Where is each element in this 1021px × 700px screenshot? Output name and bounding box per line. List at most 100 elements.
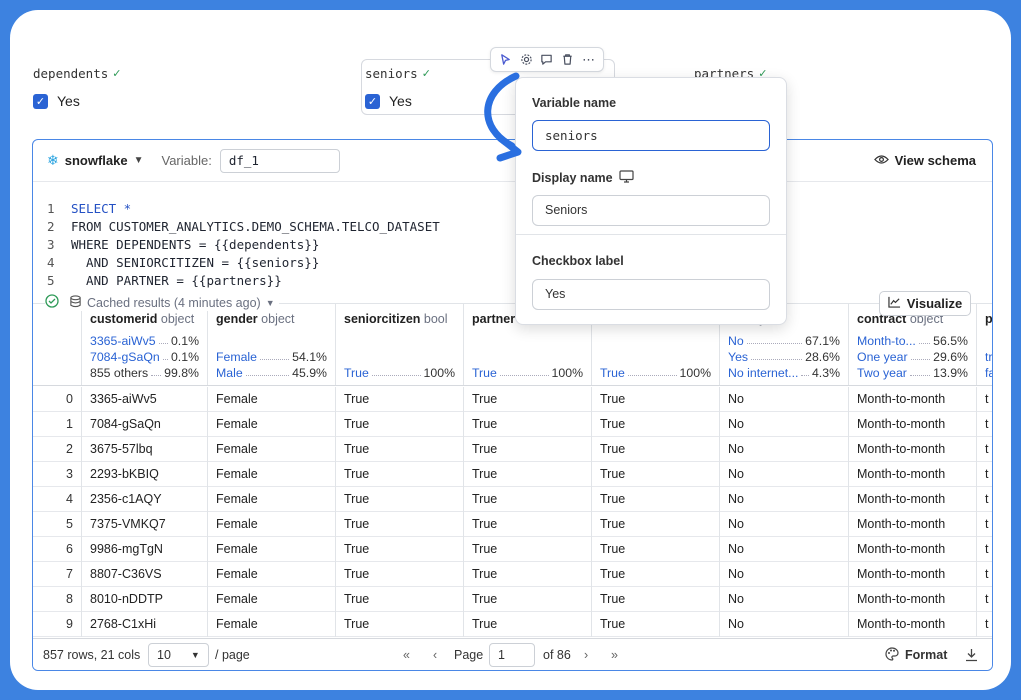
table-cell: Month-to-month [848,612,976,637]
stat-percent: 99.8% [164,366,199,380]
visualize-button[interactable]: Visualize [879,291,971,316]
table-cell: True [591,412,719,437]
view-schema-button[interactable]: View schema [873,153,976,168]
format-button[interactable]: Format [885,639,948,670]
cache-text: Cached results (4 minutes ago) [87,295,261,310]
table-row[interactable]: 1 7084-gSaQn Female True True True No Month-to-… [33,412,992,437]
table-cell: Month-to-month [848,512,976,537]
row-index: 9 [66,617,73,631]
last-page-icon[interactable]: » [611,639,618,670]
table-cell: 8010-nDDTP [81,587,207,612]
eye-icon [873,153,889,168]
stat-key: True [600,366,625,380]
table-cell: True [591,437,719,462]
column-name: seniorcitizen [344,312,421,326]
table-cell: True [335,587,463,612]
stat-percent: 28.6% [805,350,840,364]
table-cell: True [591,462,719,487]
table-cell: No [719,537,848,562]
chart-icon [888,296,901,311]
seniors-checkbox[interactable]: ✓ [365,93,380,109]
column-stat: No 67.1% [728,334,840,348]
display-name-input[interactable]: Seniors [532,195,770,226]
stat-leader [499,366,549,376]
table-cell: True [591,387,719,412]
table-cell: t [976,412,992,437]
table-row[interactable]: 2 3675-57lbq Female True True True No Month-to-… [33,437,992,462]
table-row[interactable]: 9 2768-C1xHi Female True True True No Month-to-… [33,612,992,637]
row-index: 0 [66,392,73,406]
row-index: 7 [66,567,73,581]
table-row[interactable]: 7 8807-C36VS Female True True True No Month-to-… [33,562,992,587]
stat-key: True [472,366,497,380]
table-cell: True [335,437,463,462]
page-size-container: 10 ▼ [148,639,209,670]
dependents-checkbox[interactable]: ✓ [33,93,48,109]
table-row[interactable]: 5 7375-VMKQ7 Female True True True No Month-to-… [33,512,992,537]
input-seniors: seniors ✓ ✓ Yes [365,66,431,109]
first-page-icon[interactable]: « [403,639,410,670]
more-icon[interactable]: ⋯ [582,52,595,68]
table-cell: Female [207,437,335,462]
line-number: 1 [47,201,55,216]
dependents-checkbox-row[interactable]: ✓ Yes [33,93,121,109]
page-input[interactable]: 1 [489,643,535,667]
column-name: partner [472,312,516,326]
check-icon: ✓ [112,67,122,80]
run-cursor-icon[interactable] [499,53,512,66]
cache-status: Cached results (4 minutes ago) ▼ [45,294,279,311]
column-header[interactable]: gender object Female 54.1% Male 45.9% [207,304,335,385]
column-title: seniorcitizen bool [344,312,455,326]
table-cell: True [335,537,463,562]
column-header[interactable]: p tr fa [976,304,992,385]
code-text: FROM CUSTOMER_ANALYTICS.DEMO_SCHEMA.TELC… [71,219,440,234]
gear-icon[interactable] [520,53,533,66]
table-cell: Month-to-month [848,437,976,462]
stat-percent: 67.1% [805,334,840,348]
column-stat: tr [985,350,992,364]
table-row[interactable]: 4 2356-c1AQY Female True True True No Month-to-… [33,487,992,512]
stat-key: Male [216,366,243,380]
column-stat: 7084-gSaQn 0.1% [90,350,199,364]
download-icon[interactable] [965,639,978,670]
variable-name-input[interactable]: seniors [532,120,770,151]
row-index: 3 [66,467,73,481]
stat-percent: 56.5% [933,334,968,348]
code-line: 3 WHERE DEPENDENTS = {{dependents}} [33,236,992,254]
table-cell: t [976,487,992,512]
datasource-selector[interactable]: ❄ snowflake ▼ [47,153,144,169]
table-cell: Month-to-month [848,462,976,487]
page-label: Page [454,648,484,662]
table-row[interactable]: 0 3365-aiWv5 Female True True True No Month-to-… [33,387,992,412]
variable-label: Variable: [161,153,212,168]
table-row[interactable]: 3 2293-bKBIQ Female True True True No Month-to-… [33,462,992,487]
page-size-select[interactable]: 10 ▼ [148,643,209,667]
format-label: Format [905,648,948,662]
stat-key: Month-to... [857,334,916,348]
comment-icon[interactable] [540,53,553,66]
column-name: gender [216,312,258,326]
code-line: 2 FROM CUSTOMER_ANALYTICS.DEMO_SCHEMA.TEL… [33,218,992,236]
row-index: 1 [66,417,73,431]
checkbox-label-input[interactable]: Yes [532,279,770,310]
seniors-checkbox-label: Yes [389,93,412,109]
snowflake-icon: ❄ [47,152,59,169]
column-header[interactable]: customerid object 3365-aiWv5 0.1% 7084-gSaQ… [81,304,207,385]
input-dependents: dependents ✓ ✓ Yes [33,66,121,109]
column-header[interactable]: contract object Month-to... 56.5% One year 2… [848,304,976,385]
variable-input[interactable]: df_1 [219,148,340,173]
row-count: 857 rows, 21 cols [43,648,141,662]
table-cell: True [463,612,591,637]
table-row[interactable]: 8 8010-nDDTP Female True True True No Month-to-… [33,587,992,612]
variable-name-label: Variable name [532,96,616,110]
prev-page-icon[interactable]: ‹ [433,639,437,670]
cache-dropdown[interactable]: Cached results (4 minutes ago) ▼ [69,294,275,311]
input-dependents-label: dependents [33,66,109,81]
table-row[interactable]: 6 9986-mgTgN Female True True True No Month-to-… [33,537,992,562]
next-page-icon[interactable]: › [584,639,588,670]
stat-percent: 4.3% [811,366,840,380]
table-cell: True [335,512,463,537]
column-header[interactable]: seniorcitizen bool True 100% [335,304,463,385]
seniors-checkbox-row[interactable]: ✓ Yes [365,93,431,109]
trash-icon[interactable] [561,53,574,66]
